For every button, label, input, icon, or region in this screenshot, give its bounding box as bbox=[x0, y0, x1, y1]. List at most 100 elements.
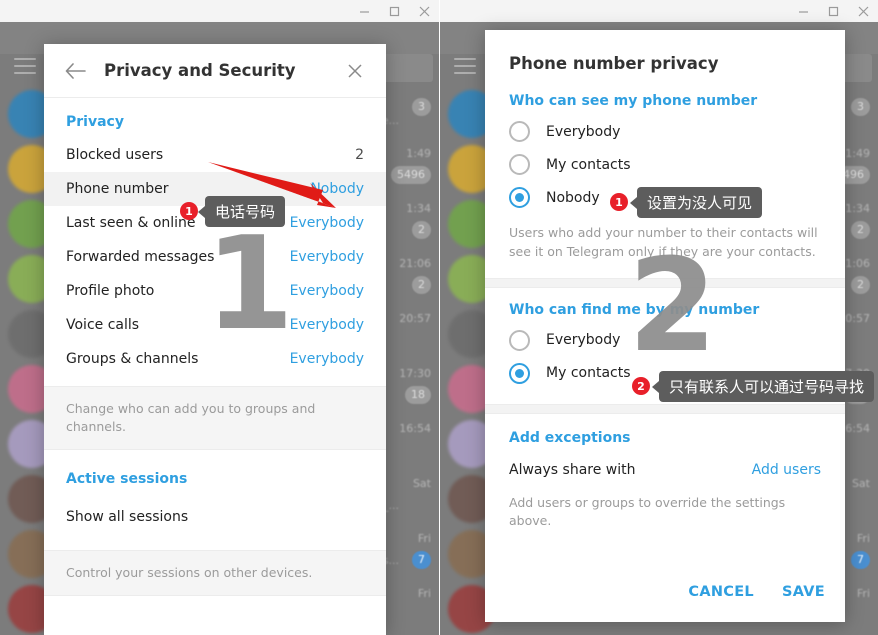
close-icon[interactable] bbox=[336, 52, 374, 90]
privacy-section: Privacy Blocked users 2 Phone number Nobody… bbox=[44, 98, 386, 386]
chat-timestamp: 20:57 bbox=[399, 312, 431, 325]
row-label: Blocked users bbox=[66, 147, 164, 163]
always-share-label: Always share with bbox=[509, 461, 636, 478]
radio-label: Everybody bbox=[546, 332, 621, 348]
dialog-header: Privacy and Security bbox=[44, 44, 386, 98]
unread-badge: 3 bbox=[851, 98, 870, 116]
cancel-button[interactable]: CANCEL bbox=[688, 584, 754, 600]
chat-meta: 16:54 bbox=[399, 422, 431, 435]
radio-button[interactable] bbox=[509, 187, 530, 208]
maximize-icon[interactable] bbox=[379, 0, 409, 22]
add-exceptions-title[interactable]: Add exceptions bbox=[485, 414, 845, 452]
who-can-see-title: Who can see my phone number bbox=[509, 93, 758, 109]
step-badge-1-right: 1 bbox=[610, 193, 628, 211]
tooltip-contacts-find: 只有联系人可以通过号码寻找 bbox=[651, 371, 875, 402]
minimize-icon[interactable] bbox=[349, 0, 379, 22]
row-label: Groups & channels bbox=[66, 351, 199, 367]
close-icon[interactable] bbox=[848, 0, 878, 22]
row-value: 2 bbox=[355, 147, 364, 163]
who-can-see-option-everybody[interactable]: Everybody bbox=[485, 115, 845, 148]
privacy-row-blocked-users[interactable]: Blocked users 2 bbox=[44, 138, 386, 172]
who-can-find-title: Who can find me by my number bbox=[509, 301, 760, 318]
chat-meta: 3 bbox=[851, 92, 870, 116]
menu-icon[interactable] bbox=[454, 58, 476, 74]
chat-meta: 1:34 2 bbox=[406, 202, 431, 239]
row-label: Forwarded messages bbox=[66, 249, 215, 265]
row-value: Everybody bbox=[289, 283, 364, 299]
maximize-icon[interactable] bbox=[818, 0, 848, 22]
radio-button[interactable] bbox=[509, 362, 530, 384]
chat-timestamp: Fri bbox=[417, 587, 431, 600]
radio-button[interactable] bbox=[509, 154, 530, 175]
chat-meta: 1:34 2 bbox=[845, 202, 870, 239]
chat-meta: Fri 7 bbox=[412, 532, 431, 569]
section-divider bbox=[485, 403, 845, 414]
who-can-find-option-everybody[interactable]: Everybody bbox=[485, 324, 845, 357]
dialog-actions: CANCEL SAVE bbox=[688, 584, 825, 600]
groups-note: Change who can add you to groups and cha… bbox=[44, 386, 386, 451]
left-telegram-window: e... 3 1:49 5496 1:34 2 21:06 2 20:57 17:30 18 16:5… bbox=[0, 0, 439, 635]
sessions-section: Active sessions Show all sessions bbox=[44, 450, 386, 551]
chat-timestamp: 16:54 bbox=[399, 422, 431, 435]
radio-label: My contacts bbox=[546, 365, 631, 381]
unread-badge: 2 bbox=[412, 221, 431, 239]
section-divider bbox=[485, 277, 845, 288]
chat-meta: 17:30 18 bbox=[399, 367, 431, 404]
unread-badge: 2 bbox=[851, 221, 870, 239]
step-badge-1: 1 bbox=[180, 202, 198, 220]
privacy-row-forwarded-messages[interactable]: Forwarded messages Everybody bbox=[44, 240, 386, 274]
chat-timestamp: 17:30 bbox=[399, 367, 431, 380]
chat-timestamp: Fri bbox=[856, 532, 870, 545]
radio-button[interactable] bbox=[509, 121, 530, 142]
sidebar-item-show-all-sessions[interactable]: Show all sessions bbox=[44, 498, 386, 536]
chat-timestamp: Fri bbox=[417, 532, 431, 545]
chat-meta: Sat bbox=[852, 477, 870, 490]
chat-meta: Sat bbox=[413, 477, 431, 490]
row-value: Everybody bbox=[289, 351, 364, 367]
back-arrow-icon[interactable] bbox=[56, 52, 94, 90]
menu-icon[interactable] bbox=[14, 58, 36, 74]
row-value: Everybody bbox=[289, 215, 364, 231]
sidebar-item-active-sessions[interactable]: Active sessions bbox=[44, 460, 386, 498]
close-icon[interactable] bbox=[409, 0, 439, 22]
row-label: Profile photo bbox=[66, 283, 155, 299]
privacy-row-groups-channels[interactable]: Groups & channels Everybody bbox=[44, 342, 386, 376]
tooltip-set-nobody: 设置为没人可见 bbox=[629, 187, 763, 218]
who-can-see-option-my-contacts[interactable]: My contacts bbox=[485, 148, 845, 181]
row-label: Voice calls bbox=[66, 317, 140, 333]
page-title: Phone number privacy bbox=[509, 54, 719, 73]
row-value: Nobody bbox=[310, 181, 364, 197]
add-users-button[interactable]: Add users bbox=[752, 462, 821, 478]
unread-badge: 3 bbox=[412, 98, 431, 116]
chat-timestamp: 1:34 bbox=[406, 202, 431, 215]
radio-button[interactable] bbox=[509, 329, 530, 351]
left-titlebar bbox=[0, 0, 439, 22]
radio-label: Nobody bbox=[546, 189, 600, 206]
row-value: Everybody bbox=[289, 317, 364, 333]
radio-label: My contacts bbox=[546, 156, 631, 173]
unread-badge: 2 bbox=[412, 276, 431, 294]
chat-meta: 21:06 2 bbox=[399, 257, 431, 294]
chat-meta: Fri bbox=[418, 587, 431, 600]
radio-label: Everybody bbox=[546, 123, 621, 140]
row-label: Phone number bbox=[66, 181, 169, 197]
minimize-icon[interactable] bbox=[788, 0, 818, 22]
chat-timestamp: Sat bbox=[412, 477, 431, 490]
screenshot-root: e... 3 1:49 5496 1:34 2 21:06 2 20:57 17:30 18 16:5… bbox=[0, 0, 878, 635]
dialog-bottom-filler bbox=[44, 596, 386, 625]
who-can-see-note: Users who add your number to their conta… bbox=[509, 225, 818, 259]
chat-meta: Fri 7 bbox=[851, 532, 870, 569]
exceptions-note: Add users or groups to override the sett… bbox=[509, 494, 786, 529]
unread-badge: 2 bbox=[851, 276, 870, 294]
chat-timestamp: 1:49 bbox=[406, 147, 431, 160]
chat-timestamp: 21:06 bbox=[399, 257, 431, 270]
chat-timestamp: Fri bbox=[856, 587, 870, 600]
unread-badge: 7 bbox=[851, 551, 870, 569]
phone-number-privacy-dialog: Phone number privacy Who can see my phon… bbox=[485, 30, 845, 622]
chat-meta: 3 bbox=[412, 92, 431, 116]
save-button[interactable]: SAVE bbox=[782, 584, 825, 600]
privacy-row-voice-calls[interactable]: Voice calls Everybody bbox=[44, 308, 386, 342]
right-titlebar bbox=[440, 0, 878, 22]
privacy-row-profile-photo[interactable]: Profile photo Everybody bbox=[44, 274, 386, 308]
page-title: Privacy and Security bbox=[104, 61, 296, 80]
